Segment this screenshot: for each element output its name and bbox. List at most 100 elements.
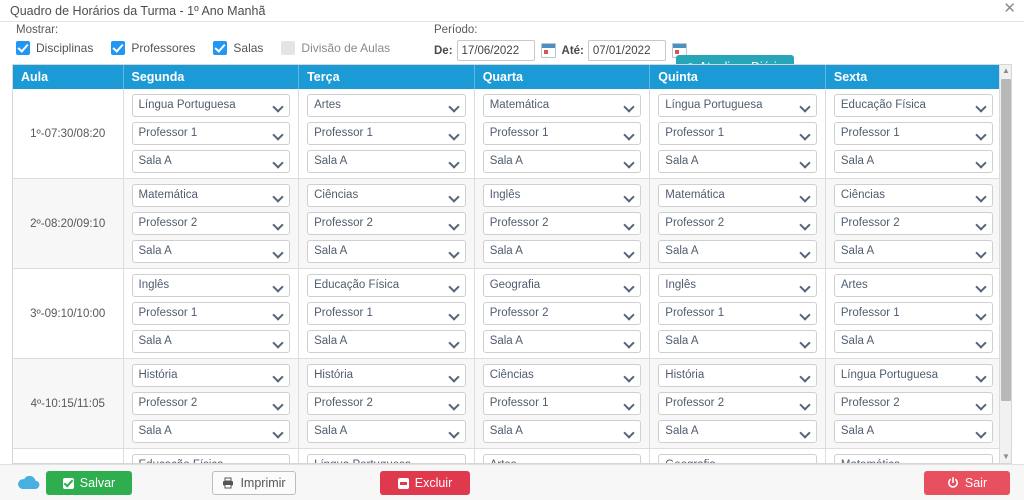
cloud-icon[interactable] <box>16 476 40 490</box>
scrollbar-thumb[interactable] <box>1001 79 1011 401</box>
disciplina-select-segunda[interactable]: Língua Portuguesa <box>132 94 291 117</box>
sala-select-terca[interactable]: Sala A <box>307 150 466 173</box>
sala-select-terca[interactable]: Sala A <box>307 240 466 263</box>
sala-select-quinta[interactable]: Sala A <box>658 240 817 263</box>
professor-select-quinta[interactable]: Professor 1 <box>658 302 817 325</box>
professor-select-terca[interactable]: Professor 1 <box>307 122 466 145</box>
sala-select-segunda[interactable]: Sala A <box>132 240 291 263</box>
professor-select-sexta[interactable]: Professor 1 <box>834 122 993 145</box>
sala-select-quarta[interactable]: Sala A <box>483 330 642 353</box>
checkbox-icon-professores[interactable] <box>111 41 125 55</box>
professor-select-segunda[interactable]: Professor 1 <box>132 122 291 145</box>
cell-sexta: Ciências Professor 2 Sala A <box>825 179 1001 269</box>
checkbox-disciplinas[interactable]: Disciplinas <box>16 41 93 55</box>
table-body: 1º-07:30/08:20Língua PortuguesaProfessor… <box>13 89 1001 464</box>
disciplina-select-quinta[interactable]: História <box>658 364 817 387</box>
professor-select-quinta[interactable]: Professor 1 <box>658 122 817 145</box>
period-to-input[interactable] <box>588 40 666 61</box>
professor-select-quinta[interactable]: Professor 2 <box>658 392 817 415</box>
disciplina-select-segunda[interactable]: História <box>132 364 291 387</box>
checkbox-icon-disciplinas[interactable] <box>16 41 30 55</box>
checkbox-icon-salas[interactable] <box>213 41 227 55</box>
professor-select-terca[interactable]: Professor 2 <box>307 212 466 235</box>
checkbox-professores[interactable]: Professores <box>111 41 195 55</box>
disciplina-select-quinta[interactable]: Geografia <box>658 454 817 464</box>
print-button[interactable]: Imprimir <box>212 471 296 495</box>
professor-select-terca[interactable]: Professor 1 <box>307 302 466 325</box>
sala-select-quinta[interactable]: Sala A <box>658 330 817 353</box>
sala-select-segunda[interactable]: Sala A <box>132 150 291 173</box>
sala-select-segunda[interactable]: Sala A <box>132 420 291 443</box>
disciplina-select-sexta[interactable]: Educação Física <box>834 94 993 117</box>
disciplina-select-quinta[interactable]: Inglês <box>658 274 817 297</box>
professor-select-segunda[interactable]: Professor 2 <box>132 212 291 235</box>
period-label: Período: <box>434 24 693 37</box>
professor-select-segunda[interactable]: Professor 2 <box>132 392 291 415</box>
disciplina-select-quarta[interactable]: Matemática <box>483 94 642 117</box>
column-header-segunda[interactable]: Segunda <box>123 65 299 89</box>
professor-select-sexta[interactable]: Professor 2 <box>834 392 993 415</box>
disciplina-select-sexta[interactable]: Matemática <box>834 454 993 464</box>
checkbox-salas[interactable]: Salas <box>213 41 263 55</box>
sala-select-sexta[interactable]: Sala A <box>834 240 993 263</box>
professor-select-segunda[interactable]: Professor 1 <box>132 302 291 325</box>
disciplina-select-terca[interactable]: História <box>307 364 466 387</box>
period-from-input[interactable] <box>457 40 535 61</box>
disciplina-select-terca[interactable]: Língua Portuguesa <box>307 454 466 464</box>
sala-select-sexta[interactable]: Sala A <box>834 150 993 173</box>
delete-button[interactable]: Excluir <box>380 471 470 495</box>
sala-select-quarta[interactable]: Sala A <box>483 240 642 263</box>
disciplina-select-terca[interactable]: Educação Física <box>307 274 466 297</box>
column-header-terca[interactable]: Terça <box>299 65 475 89</box>
sala-select-sexta[interactable]: Sala A <box>834 330 993 353</box>
disciplina-select-segunda[interactable]: Inglês <box>132 274 291 297</box>
disciplina-select-quinta[interactable]: Matemática <box>658 184 817 207</box>
professor-select-quinta[interactable]: Professor 2 <box>658 212 817 235</box>
period-group: Período: De: Até: <box>434 24 693 61</box>
disciplina-select-quarta[interactable]: Inglês <box>483 184 642 207</box>
exit-button[interactable]: Sair <box>924 471 1010 495</box>
checkbox-icon-divisao-de-aulas[interactable] <box>281 41 295 55</box>
sala-select-terca[interactable]: Sala A <box>307 330 466 353</box>
close-icon[interactable]: ✕ <box>1003 1 1016 17</box>
disciplina-select-quarta[interactable]: Artes <box>483 454 642 464</box>
disciplina-select-sexta[interactable]: Ciências <box>834 184 993 207</box>
show-filters-group: Mostrar: Disciplinas Professores Salas D… <box>16 24 408 55</box>
disciplina-select-quarta[interactable]: Geografia <box>483 274 642 297</box>
disciplina-select-quarta[interactable]: Ciências <box>483 364 642 387</box>
sala-select-quarta[interactable]: Sala A <box>483 150 642 173</box>
vertical-scrollbar[interactable]: ▲ ▼ <box>999 65 1011 463</box>
checkbox-divisao-de-aulas[interactable]: Divisão de Aulas <box>281 41 390 55</box>
sala-select-quinta[interactable]: Sala A <box>658 150 817 173</box>
table-header-row: Aula Segunda Terça Quarta Quinta Sexta <box>13 65 1001 89</box>
disciplina-select-terca[interactable]: Ciências <box>307 184 466 207</box>
sala-select-segunda[interactable]: Sala A <box>132 330 291 353</box>
professor-select-quarta[interactable]: Professor 2 <box>483 302 642 325</box>
disciplina-select-sexta[interactable]: Artes <box>834 274 993 297</box>
professor-select-quarta[interactable]: Professor 2 <box>483 212 642 235</box>
disciplina-select-sexta[interactable]: Língua Portuguesa <box>834 364 993 387</box>
disciplina-select-quinta[interactable]: Língua Portuguesa <box>658 94 817 117</box>
page-title: Quadro de Horários da Turma - 1º Ano Man… <box>10 3 1014 19</box>
sala-select-quarta[interactable]: Sala A <box>483 420 642 443</box>
sala-select-quinta[interactable]: Sala A <box>658 420 817 443</box>
professor-select-quarta[interactable]: Professor 1 <box>483 392 642 415</box>
sala-select-terca[interactable]: Sala A <box>307 420 466 443</box>
disciplina-select-segunda[interactable]: Matemática <box>132 184 291 207</box>
scroll-up-icon[interactable]: ▲ <box>1000 65 1012 77</box>
column-header-sexta[interactable]: Sexta <box>825 65 1001 89</box>
column-header-quarta[interactable]: Quarta <box>474 65 650 89</box>
column-header-quinta[interactable]: Quinta <box>650 65 826 89</box>
disciplina-select-segunda[interactable]: Educação Física <box>132 454 291 464</box>
disciplina-select-terca[interactable]: Artes <box>307 94 466 117</box>
professor-select-terca[interactable]: Professor 2 <box>307 392 466 415</box>
calendar-icon-from[interactable] <box>541 43 556 58</box>
professor-select-sexta[interactable]: Professor 1 <box>834 302 993 325</box>
save-button[interactable]: Salvar <box>46 471 132 495</box>
professor-select-quarta[interactable]: Professor 1 <box>483 122 642 145</box>
cell-quinta: Inglês Professor 1 Sala A <box>650 269 826 359</box>
column-header-aula[interactable]: Aula <box>13 65 123 89</box>
professor-select-sexta[interactable]: Professor 2 <box>834 212 993 235</box>
sala-select-sexta[interactable]: Sala A <box>834 420 993 443</box>
scroll-down-icon[interactable]: ▼ <box>1000 451 1012 463</box>
